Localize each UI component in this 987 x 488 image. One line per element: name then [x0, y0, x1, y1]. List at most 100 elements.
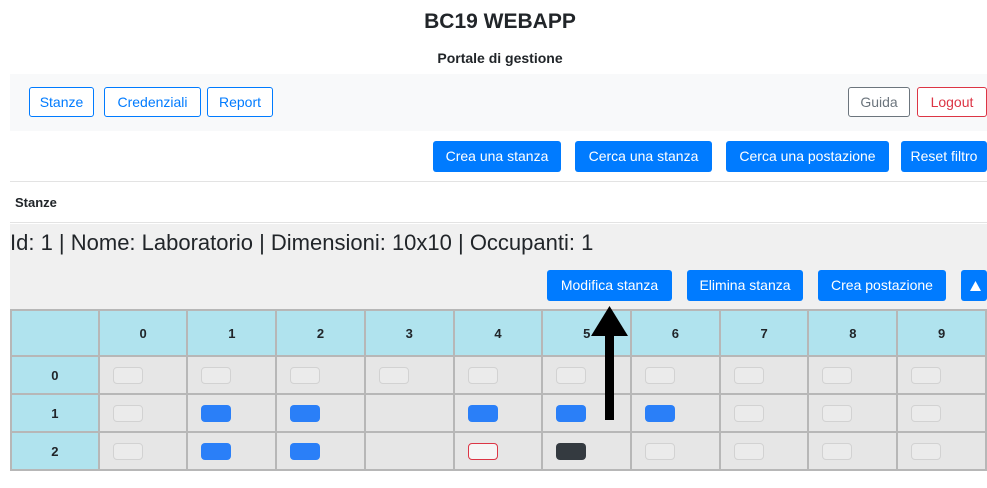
column-header: 4 [452, 309, 544, 357]
room-title: Id: 1 | Nome: Laboratorio | Dimensioni: … [10, 230, 594, 255]
station-free[interactable] [467, 405, 498, 422]
grid-cell[interactable] [896, 355, 987, 395]
grid-cell[interactable] [807, 431, 899, 471]
grid-cell[interactable] [275, 431, 366, 471]
station-free[interactable] [645, 405, 676, 422]
grid-cell[interactable] [452, 355, 544, 395]
column-header: 5 [541, 309, 633, 357]
nav-credentials-button[interactable]: Credenziali [104, 87, 201, 117]
navbar: Stanze Credenziali Report Guida Logout [10, 74, 987, 131]
station-empty[interactable] [733, 443, 764, 460]
create-station-button[interactable]: Crea postazione [818, 270, 946, 301]
grid-cell[interactable] [363, 431, 455, 471]
grid-cell[interactable] [186, 355, 278, 395]
collapse-button[interactable] [961, 270, 987, 301]
station-free[interactable] [290, 443, 321, 460]
station-empty[interactable] [112, 443, 143, 460]
edit-room-button[interactable]: Modifica stanza [547, 270, 672, 301]
row-header: 1 [10, 393, 100, 433]
grid-cell[interactable] [718, 431, 810, 471]
grid-cell[interactable] [275, 355, 366, 395]
column-header: 0 [97, 309, 189, 357]
column-header: 6 [630, 309, 721, 357]
station-occupied[interactable] [379, 405, 409, 422]
grid-header-row: 0 1 2 3 4 5 6 7 8 9 [10, 309, 987, 357]
grid-cell[interactable] [363, 355, 455, 395]
station-occupied[interactable] [379, 443, 409, 460]
delete-room-button[interactable]: Elimina stanza [687, 270, 803, 301]
grid-corner-cell [10, 309, 100, 357]
reset-filter-button[interactable]: Reset filtro [901, 141, 987, 172]
grid-cell[interactable] [718, 393, 810, 433]
station-free[interactable] [201, 443, 232, 460]
station-empty[interactable] [822, 405, 853, 422]
station-empty[interactable] [112, 367, 143, 384]
station-dark[interactable] [556, 443, 587, 460]
create-room-button[interactable]: Crea una stanza [433, 141, 561, 172]
station-empty[interactable] [911, 443, 942, 460]
station-empty[interactable] [822, 443, 853, 460]
station-free[interactable] [290, 405, 321, 422]
grid-cell[interactable] [541, 355, 633, 395]
station-empty[interactable] [290, 367, 321, 384]
station-free[interactable] [201, 405, 232, 422]
divider [10, 181, 987, 182]
grid-cell[interactable] [630, 431, 721, 471]
section-label: Stanze [15, 195, 57, 210]
grid-cell[interactable] [896, 393, 987, 433]
nav-report-button[interactable]: Report [207, 87, 273, 117]
station-outline-red[interactable] [467, 443, 498, 460]
nav-rooms-button[interactable]: Stanze [29, 87, 94, 117]
grid-cell[interactable] [186, 393, 278, 433]
station-empty[interactable] [911, 367, 942, 384]
station-free[interactable] [556, 405, 587, 422]
room-header: Id: 1 | Nome: Laboratorio | Dimensioni: … [10, 224, 987, 309]
row-header: 0 [10, 355, 100, 395]
station-empty[interactable] [822, 367, 853, 384]
column-header: 7 [718, 309, 810, 357]
grid-cell[interactable] [97, 393, 189, 433]
grid-cell[interactable] [807, 393, 899, 433]
grid-cell[interactable] [452, 393, 544, 433]
grid-row: 2 [10, 431, 987, 471]
guide-button[interactable]: Guida [848, 87, 910, 117]
search-room-button[interactable]: Cerca una stanza [575, 141, 712, 172]
station-empty[interactable] [733, 405, 764, 422]
column-header: 8 [807, 309, 899, 357]
grid-cell[interactable] [541, 431, 633, 471]
grid-cell[interactable] [541, 393, 633, 433]
grid-cell[interactable] [630, 393, 721, 433]
station-empty[interactable] [201, 367, 232, 384]
triangle-up-icon [970, 281, 981, 291]
grid-cell[interactable] [718, 355, 810, 395]
app-subtitle: Portale di gestione [437, 50, 563, 66]
station-empty[interactable] [733, 367, 764, 384]
grid-row: 0 [10, 355, 987, 395]
station-empty[interactable] [645, 367, 676, 384]
logout-button[interactable]: Logout [917, 87, 987, 117]
room-grid: 0 1 2 3 4 5 6 7 8 9 012 [10, 309, 987, 471]
column-header: 9 [896, 309, 987, 357]
app-title: BC19 WEBAPP [424, 10, 576, 33]
row-header: 2 [10, 431, 100, 471]
grid-cell[interactable] [896, 431, 987, 471]
grid-cell[interactable] [807, 355, 899, 395]
station-empty[interactable] [378, 367, 409, 384]
station-empty[interactable] [911, 405, 942, 422]
grid-cell[interactable] [186, 431, 278, 471]
grid-cell[interactable] [97, 431, 189, 471]
grid-cell[interactable] [363, 393, 455, 433]
divider [10, 222, 987, 223]
grid-cell[interactable] [275, 393, 366, 433]
station-empty[interactable] [112, 405, 143, 422]
grid-cell[interactable] [452, 431, 544, 471]
column-header: 2 [275, 309, 366, 357]
station-empty[interactable] [556, 367, 587, 384]
station-empty[interactable] [645, 443, 676, 460]
column-header: 1 [186, 309, 278, 357]
column-header: 3 [363, 309, 455, 357]
grid-cell[interactable] [97, 355, 189, 395]
search-station-button[interactable]: Cerca una postazione [726, 141, 889, 172]
grid-cell[interactable] [630, 355, 721, 395]
station-empty[interactable] [467, 367, 498, 384]
